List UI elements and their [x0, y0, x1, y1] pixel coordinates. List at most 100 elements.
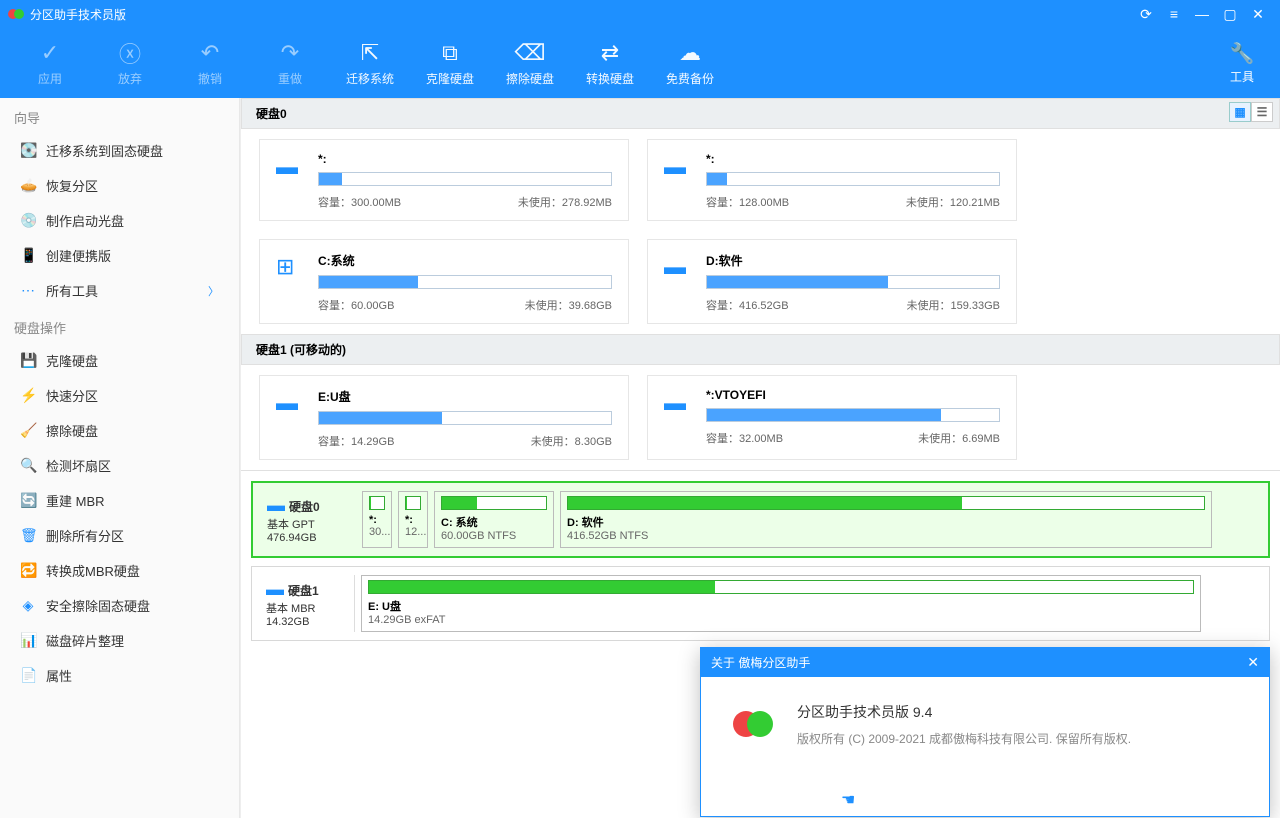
view-list-button[interactable]: ☰	[1251, 102, 1273, 122]
ops-icon: 🔄	[20, 492, 36, 509]
ops-icon: 🔍	[20, 457, 36, 474]
wrench-icon: 🔧	[1230, 41, 1255, 66]
wipe-icon: ⌫	[514, 40, 545, 66]
wizard-item-0[interactable]: 💽 迁移系统到固态硬盘	[0, 133, 239, 168]
wipe-button[interactable]: ⌫擦除硬盘	[490, 40, 570, 87]
convert-icon: ⇄	[601, 40, 619, 66]
partition-card[interactable]: ▬ E:U盘 容量：14.29GB未使用：8.30GB	[259, 375, 629, 460]
partition-name: *:	[706, 152, 1000, 166]
ops-label: 转换成MBR硬盘	[46, 561, 140, 580]
view-grid-button[interactable]: ▦	[1229, 102, 1251, 122]
backup-button[interactable]: ☁免费备份	[650, 40, 730, 87]
partition-name: D:软件	[706, 252, 1000, 269]
ops-item-9[interactable]: 📄属性	[0, 658, 239, 693]
diskmap-1[interactable]: ▬硬盘1基本 MBR14.32GB E: U盘14.29GB exFAT	[251, 566, 1270, 641]
close-icon[interactable]: ✕	[1244, 6, 1272, 23]
diskmap-partition[interactable]: E: U盘14.29GB exFAT	[361, 575, 1201, 632]
wizard-item-1[interactable]: 🥧 恢复分区	[0, 168, 239, 203]
cancel-icon: ⓧ	[119, 40, 141, 66]
sidebar: 向导 💽迁移系统到固态硬盘🥧恢复分区💿制作启动光盘📱创建便携版⋯所有工具〉 硬盘…	[0, 98, 240, 818]
drive-icon: ▬	[276, 388, 304, 449]
partition-card[interactable]: ▬ *:VTOYEFI 容量：32.00MB未使用：6.69MB	[647, 375, 1017, 460]
ops-icon: 🧹	[20, 422, 36, 439]
partition-card[interactable]: ▬ D:软件 容量：416.52GB未使用：159.33GB	[647, 239, 1017, 324]
chevron-right-icon: 〉	[208, 283, 219, 299]
ops-item-2[interactable]: 🧹擦除硬盘	[0, 413, 239, 448]
usage-bar	[318, 411, 612, 425]
about-title: 关于 傲梅分区助手	[711, 654, 810, 671]
ops-item-0[interactable]: 💾 克隆硬盘	[0, 343, 239, 378]
capacity-label: 容量：300.00MB	[318, 194, 401, 210]
ops-icon: 💾	[20, 352, 36, 369]
wizard-icon: 💽	[20, 142, 36, 159]
diskmap-info: ▬硬盘0基本 GPT476.94GB	[261, 491, 356, 548]
drive-icon: ▬	[664, 252, 692, 313]
ops-icon: 📊	[20, 632, 36, 649]
partition-card[interactable]: ▬ *: 容量：128.00MB未使用：120.21MB	[647, 139, 1017, 221]
free-label: 未使用：159.33GB	[906, 297, 1000, 313]
ops-item-5[interactable]: 🗑删除所有分区	[0, 518, 239, 553]
drive-icon: ▬	[664, 388, 692, 449]
migrate-icon: ⇱	[361, 40, 379, 66]
wizard-icon: 🥧	[20, 177, 36, 194]
check-icon: ✓	[41, 40, 59, 66]
ops-item-3[interactable]: 🔍检测坏扇区	[0, 448, 239, 483]
capacity-label: 容量：32.00MB	[706, 430, 783, 446]
partition-card[interactable]: ⊞ C:系统 容量：60.00GB未使用：39.68GB	[259, 239, 629, 324]
usage-bar	[706, 275, 1000, 289]
ops-icon: 🔁	[20, 562, 36, 579]
ops-item-7[interactable]: ◈安全擦除固态硬盘	[0, 588, 239, 623]
wizard-label: 迁移系统到固态硬盘	[46, 141, 163, 160]
ops-label: 克隆硬盘	[46, 351, 98, 370]
ops-icon: 🗑	[20, 527, 36, 544]
ops-item-4[interactable]: 🔄重建 MBR	[0, 483, 239, 518]
migrate-button[interactable]: ⇱迁移系统	[330, 40, 410, 87]
wizard-icon: 📱	[20, 247, 36, 264]
free-label: 未使用：6.69MB	[918, 430, 1000, 446]
about-copyright: 版权所有 (C) 2009-2021 成都傲梅科技有限公司. 保留所有版权.	[797, 730, 1131, 747]
diskmap-partition[interactable]: *:12...	[398, 491, 428, 548]
tools-button[interactable]: 🔧工具	[1214, 41, 1270, 85]
app-logo-icon	[8, 6, 24, 22]
diskmap-partition[interactable]: C: 系统60.00GB NTFS	[434, 491, 554, 548]
drive-icon: ▬	[664, 152, 692, 210]
partition-card[interactable]: ▬ *: 容量：300.00MB未使用：278.92MB	[259, 139, 629, 221]
ops-label: 磁盘碎片整理	[46, 631, 124, 650]
wizard-item-4[interactable]: ⋯所有工具〉	[0, 273, 239, 308]
apply-button[interactable]: ✓应用	[10, 40, 90, 87]
redo-icon: ↷	[281, 40, 299, 66]
wizard-item-3[interactable]: 📱创建便携版	[0, 238, 239, 273]
maximize-icon[interactable]: ▢	[1216, 6, 1244, 23]
diskmap-partition[interactable]: D: 软件416.52GB NTFS	[560, 491, 1212, 548]
free-label: 未使用：39.68GB	[525, 297, 612, 313]
app-title: 分区助手技术员版	[30, 6, 126, 23]
partition-name: C:系统	[318, 252, 612, 269]
undo-icon: ↶	[201, 40, 219, 66]
diskmap-partition[interactable]: *:30...	[362, 491, 392, 548]
pointer-icon: ☚	[841, 790, 855, 810]
wizard-icon: 💿	[20, 212, 36, 229]
free-label: 未使用：8.30GB	[531, 433, 612, 449]
redo-button[interactable]: ↷重做	[250, 40, 330, 87]
about-close-button[interactable]: ✕	[1247, 654, 1259, 671]
partition-name: *:	[318, 152, 612, 166]
wizard-item-2[interactable]: 💿制作启动光盘	[0, 203, 239, 238]
convert-button[interactable]: ⇄转换硬盘	[570, 40, 650, 87]
titlebar: 分区助手技术员版 ⟳ ≡ — ▢ ✕	[0, 0, 1280, 28]
discard-button[interactable]: ⓧ放弃	[90, 40, 170, 87]
refresh-icon[interactable]: ⟳	[1132, 6, 1160, 23]
disk-icon: ▬	[267, 495, 285, 516]
wizard-icon: ⋯	[20, 282, 36, 299]
wizard-label: 恢复分区	[46, 176, 98, 195]
ops-item-1[interactable]: ⚡快速分区	[0, 378, 239, 413]
disk-title-0: 硬盘0▦☰	[241, 98, 1280, 129]
undo-button[interactable]: ↶撤销	[170, 40, 250, 87]
menu-icon[interactable]: ≡	[1160, 6, 1188, 22]
ops-item-6[interactable]: 🔁 转换成MBR硬盘	[0, 553, 239, 588]
ops-item-8[interactable]: 📊 磁盘碎片整理	[0, 623, 239, 658]
usage-bar	[706, 408, 1000, 422]
minimize-icon[interactable]: —	[1188, 6, 1216, 22]
clone-button[interactable]: ⧉克隆硬盘	[410, 40, 490, 87]
usage-bar	[318, 172, 612, 186]
diskmap-0[interactable]: ▬硬盘0基本 GPT476.94GB *:30... *:12... C: 系统…	[251, 481, 1270, 558]
